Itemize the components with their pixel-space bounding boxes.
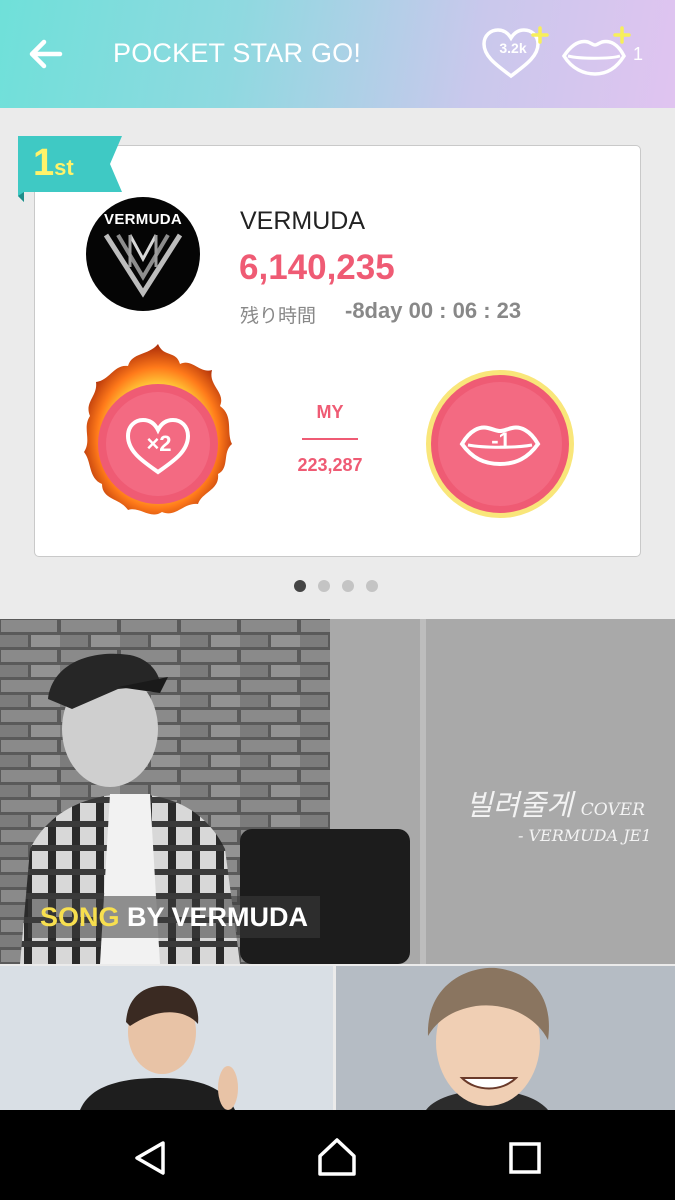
thumbnail-photo: [0, 966, 333, 1110]
cover-subtitle: - VERMUDA JE1: [518, 826, 652, 845]
heart-x2-button[interactable]: ×2: [80, 340, 236, 522]
cover-title: 빌려줄게 COVER: [466, 782, 645, 824]
page-dot[interactable]: [366, 580, 378, 592]
carousel-pagination: [294, 580, 378, 592]
vote-total: 6,140,235: [239, 248, 395, 287]
cover-korean-title: 빌려줄게: [466, 788, 573, 822]
page-dot[interactable]: [294, 580, 306, 592]
thumbnail-photo: [336, 966, 675, 1110]
cover-word: COVER: [580, 800, 645, 820]
time-remaining-label: 残り時間: [240, 306, 317, 327]
lips-plus-icon[interactable]: [558, 24, 634, 84]
caption-highlight: SONG: [40, 902, 120, 932]
nav-back-icon[interactable]: [131, 1138, 171, 1178]
page-dot[interactable]: [318, 580, 330, 592]
nav-home-icon[interactable]: [316, 1136, 358, 1178]
lips-count: 1: [633, 44, 644, 64]
rank-suffix: st: [54, 155, 74, 180]
rank-badge: 1st: [33, 142, 74, 185]
lips-minus-button[interactable]: -1: [424, 368, 576, 520]
lips-button-label: -1: [491, 428, 511, 453]
heart-button-label: ×2: [146, 431, 171, 456]
my-vote-count: 223,287: [297, 455, 363, 475]
video-thumbnail[interactable]: [336, 966, 675, 1110]
back-arrow-icon[interactable]: [24, 32, 68, 76]
time-remaining-value: -8day 00 : 06 : 23: [345, 298, 522, 323]
artist-name: VERMUDA: [240, 207, 366, 235]
artist-logo-emblem-icon: [103, 233, 183, 298]
heart-count: 3.2k: [499, 40, 527, 56]
my-label: MY: [316, 402, 344, 422]
caption-rest: BY VERMUDA: [119, 902, 309, 932]
rank-number: 1: [33, 142, 55, 184]
page-title: POCKET STAR GO!: [113, 38, 362, 68]
artist-avatar[interactable]: VERMUDA: [86, 197, 200, 311]
nav-recent-icon[interactable]: [507, 1140, 543, 1176]
page-dot[interactable]: [342, 580, 354, 592]
my-divider: [302, 438, 358, 440]
video-thumbnail[interactable]: [0, 966, 333, 1110]
banner-caption: SONG BY VERMUDA: [28, 896, 321, 938]
